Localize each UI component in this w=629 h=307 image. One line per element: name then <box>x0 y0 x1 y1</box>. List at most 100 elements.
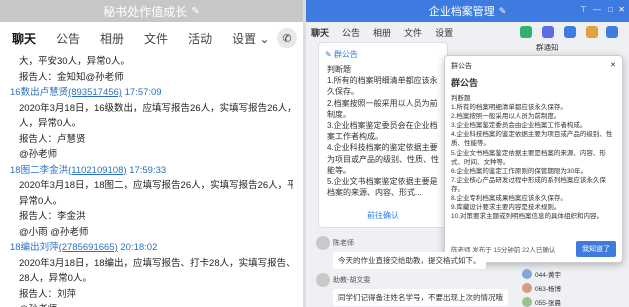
tab-files[interactable]: 文件 <box>404 26 422 39</box>
message-text: 2020年3月18日，18编出，应填写报告、打卡28人，实填写报告、打卡28人，… <box>19 257 293 269</box>
close-icon[interactable]: ✕ <box>618 5 625 14</box>
confirm-link[interactable]: 前往确认 <box>319 210 447 221</box>
close-icon[interactable]: ✕ <box>610 61 616 71</box>
message-text: 2020年3月18日，18图二，应填写报告26人，实填写报告26人，平安26人， <box>19 180 293 191</box>
announcement-popup: 群公告 ✕ 群公告 判断题 1.所有的档案明细清单都应该永久保存。 2.档案按照一般… <box>444 55 623 263</box>
video-icon[interactable] <box>542 26 554 38</box>
announcement-card-title: 群公告 <box>333 50 358 59</box>
popup-line: 3.企业档案鉴定委员会由企业档案工作者构成。 <box>451 122 587 130</box>
tab-album[interactable]: 相册 <box>373 26 391 39</box>
announcement-line: 5.企业文书档案鉴定依据主要是档案的来源、内容、形式... <box>327 177 438 198</box>
popup-line: 6.企业档案的鉴定工作原则的保管期限为30年。 <box>451 167 588 175</box>
maximize-icon[interactable]: □ <box>608 5 613 14</box>
announcement-line: 判断题 <box>327 65 351 74</box>
sender-name[interactable]: 18编出刘萍 <box>10 242 59 253</box>
tab-chat[interactable]: 聊天 <box>12 30 36 47</box>
popup-line: 7.企业核心产品研发过程中形成的系列档案应该永久保存。 <box>451 176 606 193</box>
announcement-card-header: ✎ 群公告 <box>325 50 358 59</box>
member-name: 063-杨博 <box>535 286 562 293</box>
chevron-down-icon: ⌄ <box>259 31 270 46</box>
message-text: 报告人：金知知@孙老师 <box>19 71 124 83</box>
sender-qq[interactable]: (2785691665) <box>59 242 118 253</box>
announcement-card[interactable]: ✎ 群公告 判断题 1.所有的档案明细清单都应该永久保存。 2.档案按照一般采用以人… <box>318 42 448 228</box>
popup-header-label: 群公告 <box>451 63 472 70</box>
message-header: 16数出卢慧贤(893517456) 17:57:09 <box>10 85 293 101</box>
edit-icon[interactable]: ✎ <box>499 6 507 17</box>
avatar[interactable] <box>316 236 330 250</box>
message-bubble: 今天的作业直接交给助教，提交格式如下。 <box>333 252 486 269</box>
member-name: 044-黄宇 <box>535 272 562 279</box>
message-sender: 陈老师 <box>316 236 508 250</box>
announcement-line: 3.企业档案鉴定委员会在企业档案工作者构成。 <box>327 121 438 142</box>
message-text: 大，平安30人，异常0人。 <box>19 56 130 67</box>
message-text: 人，异常0人。 <box>19 118 82 129</box>
message-time: 17:59:33 <box>129 164 167 176</box>
popup-line: 判断题 <box>451 95 471 102</box>
message-text: 报告人：李金洪 <box>19 211 86 222</box>
minimize-icon[interactable]: — <box>593 5 601 14</box>
message-text: 报告人：刘萍 <box>19 288 77 300</box>
sender-qq[interactable]: (893517456) <box>68 87 122 98</box>
sender-name[interactable]: 16数出卢慧贤 <box>10 87 68 98</box>
message-text: 28人，异常0人。 <box>19 273 92 284</box>
phone-icon[interactable]: ✆ <box>277 28 297 48</box>
popup-line: 2.档案按照一般采用以人员为前制度。 <box>451 113 561 121</box>
tab-album[interactable]: 相册 <box>100 30 124 47</box>
message-sender: 助教-胡文雯 <box>316 273 508 287</box>
member-name: 055-张晨 <box>535 300 562 307</box>
popup-line: 4.企业科技档案的鉴定依据主要为项目或产品的级别、性质、性能等。 <box>451 131 613 148</box>
phone-icon[interactable] <box>520 26 532 38</box>
member-item[interactable]: 044-黄宇 <box>522 269 561 279</box>
tab-announcement[interactable]: 公告 <box>342 26 360 39</box>
left-chat-window: 秘书处作值成长 ✎ 聊天 公告 相册 文件 活动 设置 ⌄ ✆ 大，平安30人，… <box>0 0 303 307</box>
message-text: 2020年3月18日，16级数出，应填写报告26人，实填写报告26人，平安26 <box>19 102 293 114</box>
avatar <box>522 269 532 279</box>
avatar[interactable] <box>316 273 330 287</box>
message-header: 18图二李金洪(1102109108) 17:59:33 <box>10 163 293 179</box>
popup-line: 9.库藏设计要求主要内容是技术规则。 <box>451 204 561 212</box>
tab-settings[interactable]: 设置 ⌄ <box>232 30 269 47</box>
right-tab-bar: 聊天 公告 相册 文件 设置 <box>306 22 629 42</box>
message-text: @小雨 @孙老师 <box>19 226 89 238</box>
right-title-bar: 企业档案管理 ✎ ⊤ — □ ✕ <box>306 0 629 22</box>
message-text: @孙老师 <box>10 302 293 307</box>
sender-name: 助教-胡文雯 <box>333 276 371 284</box>
message-time: 20:18:02 <box>120 242 158 253</box>
sender-qq[interactable]: (1102109108) <box>68 165 126 176</box>
sender-name[interactable]: 18图二李金洪 <box>10 165 68 176</box>
left-group-title: 秘书处作值成长 <box>103 4 188 19</box>
edit-icon[interactable]: ✎ <box>191 6 199 17</box>
popup-line: 5.企业文书档案鉴定依据主要是档案的来源、内容、形式、时间、文种等。 <box>451 149 606 166</box>
popup-header: 群公告 ✕ <box>451 61 616 71</box>
tab-activity[interactable]: 活动 <box>188 30 212 47</box>
message-text: 异常0人。 <box>19 195 63 207</box>
popup-title: 群公告 <box>451 78 479 88</box>
group-notice-label: 群通知 <box>536 43 559 52</box>
screen-share-icon[interactable] <box>564 26 576 38</box>
message-text: @孙老师 <box>19 149 58 160</box>
message-bubble: 同学们记得备注姓名学号，不要出现上次的情况哦 <box>333 289 508 306</box>
announcement-line: 4.企业科技档案的鉴定依据主要为项目或产品的级别、性质、性能等。 <box>327 143 439 175</box>
left-title-bar: 秘书处作值成长 ✎ <box>0 0 303 22</box>
avatar <box>522 283 532 293</box>
announcement-line: 2.档案按照一般采用以人员为前制度。 <box>327 98 438 119</box>
popup-line: 10.对策要求主题或列明档案信息的具体组织和内容。 <box>451 213 604 221</box>
right-message-list: 陈老师 今天的作业直接交给助教，提交格式如下。 助教-胡文雯 同学们记得备注姓名… <box>316 236 508 306</box>
tab-announcement[interactable]: 公告 <box>56 30 80 47</box>
popup-body: 判断题 1.所有的档案明细清单都应该永久保存。 2.档案按照一般采用以人员为前制度。… <box>451 94 616 221</box>
app-icon[interactable] <box>586 26 598 38</box>
member-item[interactable]: 055-张晨 <box>522 297 561 307</box>
more-icon[interactable] <box>606 26 618 38</box>
right-group-title: 企业档案管理 <box>428 6 495 18</box>
popup-line: 8.企业专利档案成果档案应该永久保存。 <box>451 195 567 203</box>
message-list: 大，平安30人，异常0人。 报告人：金知知@孙老师 16数出卢慧贤(89351745… <box>0 54 303 307</box>
popup-line: 1.所有的档案明细清单都应该永久保存。 <box>451 104 567 112</box>
member-item[interactable]: 063-杨博 <box>522 283 561 293</box>
acknowledge-button[interactable]: 我知道了 <box>576 241 616 257</box>
tab-chat[interactable]: 聊天 <box>311 26 329 39</box>
pin-icon[interactable]: ⊤ <box>580 5 587 14</box>
tab-files[interactable]: 文件 <box>144 30 168 47</box>
tab-settings[interactable]: 设置 <box>435 26 453 39</box>
message-time: 17:57:09 <box>124 87 162 98</box>
right-chat-window: 企业档案管理 ✎ ⊤ — □ ✕ 聊天 公告 相册 文件 设置 ✎ 群公告 判断… <box>306 0 629 307</box>
